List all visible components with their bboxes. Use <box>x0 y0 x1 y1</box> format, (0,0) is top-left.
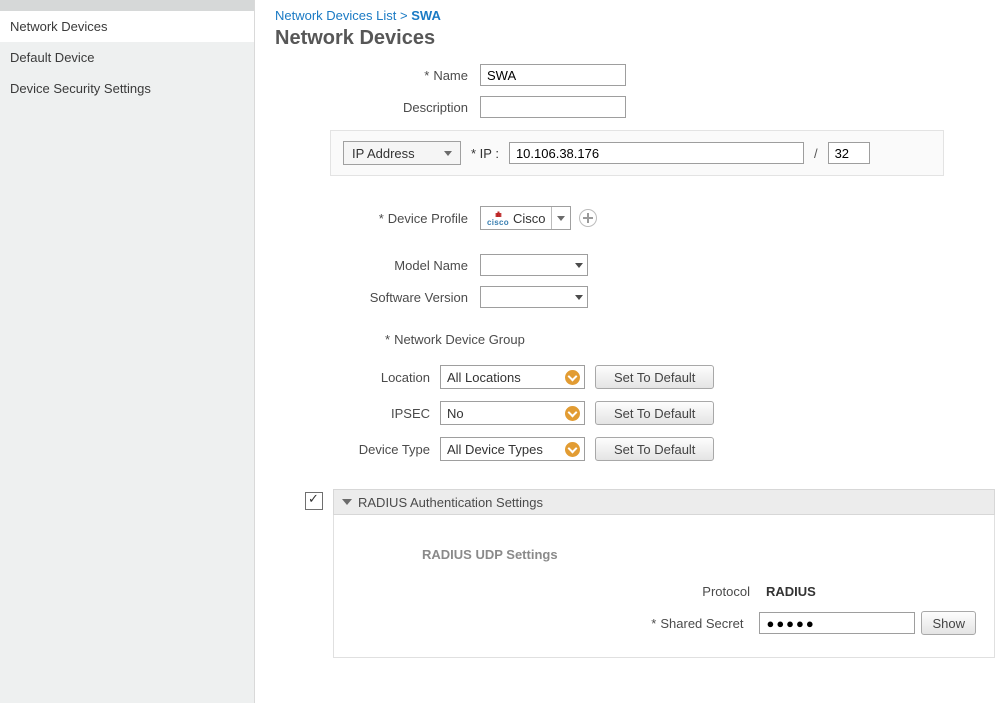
expand-icon <box>565 406 580 421</box>
location-value: All Locations <box>447 370 521 385</box>
name-label: *Name <box>275 68 480 83</box>
device-type-label: Device Type <box>275 442 440 457</box>
ipsec-default-button[interactable]: Set To Default <box>595 401 714 425</box>
ip-type-select[interactable]: IP Address <box>343 141 461 165</box>
description-input[interactable] <box>480 96 626 118</box>
device-type-select[interactable]: All Device Types <box>440 437 585 461</box>
breadcrumb-parent-link[interactable]: Network Devices List <box>275 8 396 23</box>
protocol-value: RADIUS <box>766 584 976 599</box>
breadcrumb-current: SWA <box>411 8 441 23</box>
ip-input[interactable] <box>509 142 804 164</box>
sidebar: Network Devices Default Device Device Se… <box>0 0 255 703</box>
cisco-logo-icon: ııllııcisco <box>487 211 509 226</box>
sidebar-top-strip <box>0 0 254 11</box>
software-version-select[interactable] <box>480 286 588 308</box>
sidebar-item-device-security-settings[interactable]: Device Security Settings <box>0 73 254 104</box>
model-name-select[interactable] <box>480 254 588 276</box>
radius-header-label: RADIUS Authentication Settings <box>358 495 543 510</box>
location-label: Location <box>275 370 440 385</box>
collapse-icon <box>342 499 352 505</box>
software-version-label: Software Version <box>275 290 480 305</box>
expand-icon <box>565 370 580 385</box>
ip-prefix-input[interactable] <box>828 142 870 164</box>
required-star: * <box>424 68 429 83</box>
radius-panel: RADIUS Authentication Settings RADIUS UD… <box>333 489 995 658</box>
sidebar-item-network-devices[interactable]: Network Devices <box>0 11 254 42</box>
chevron-down-icon <box>575 295 583 300</box>
ipsec-label: IPSEC <box>275 406 440 421</box>
device-type-default-button[interactable]: Set To Default <box>595 437 714 461</box>
radius-enable-checkbox[interactable] <box>305 492 323 510</box>
ip-label: * IP : <box>471 146 499 161</box>
chevron-down-icon <box>557 216 565 221</box>
main-content: Network Devices List > SWA Network Devic… <box>255 0 999 703</box>
ndg-section-label: *Network Device Group <box>385 332 999 347</box>
location-select[interactable]: All Locations <box>440 365 585 389</box>
breadcrumb-separator: > <box>400 8 408 23</box>
model-name-label: Model Name <box>275 258 480 273</box>
device-profile-label: *Device Profile <box>275 211 480 226</box>
ipsec-value: No <box>447 406 464 421</box>
required-star: * <box>651 616 656 631</box>
ip-prefix-separator: / <box>814 146 818 161</box>
shared-secret-input[interactable] <box>759 612 915 634</box>
show-secret-button[interactable]: Show <box>921 611 976 635</box>
device-profile-value: Cisco <box>513 211 546 226</box>
add-profile-icon[interactable] <box>579 209 597 227</box>
protocol-label: Protocol <box>702 584 766 599</box>
location-default-button[interactable]: Set To Default <box>595 365 714 389</box>
shared-secret-label: *Shared Secret <box>651 616 759 631</box>
sidebar-item-default-device[interactable]: Default Device <box>0 42 254 73</box>
breadcrumb: Network Devices List > SWA <box>275 8 999 23</box>
page-title: Network Devices <box>275 27 999 50</box>
name-input[interactable] <box>480 64 626 86</box>
radius-udp-subtitle: RADIUS UDP Settings <box>422 547 980 562</box>
chevron-down-icon <box>575 263 583 268</box>
radius-header[interactable]: RADIUS Authentication Settings <box>333 489 995 515</box>
expand-icon <box>565 442 580 457</box>
device-type-value: All Device Types <box>447 442 543 457</box>
ip-type-value: IP Address <box>352 146 415 161</box>
device-profile-select[interactable]: ııllııcisco Cisco <box>480 206 571 230</box>
ipsec-select[interactable]: No <box>440 401 585 425</box>
ip-address-block: IP Address * IP : / <box>330 130 944 176</box>
description-label: Description <box>275 100 480 115</box>
required-star: * <box>385 332 390 347</box>
required-star: * <box>379 211 384 226</box>
chevron-down-icon <box>444 151 452 156</box>
